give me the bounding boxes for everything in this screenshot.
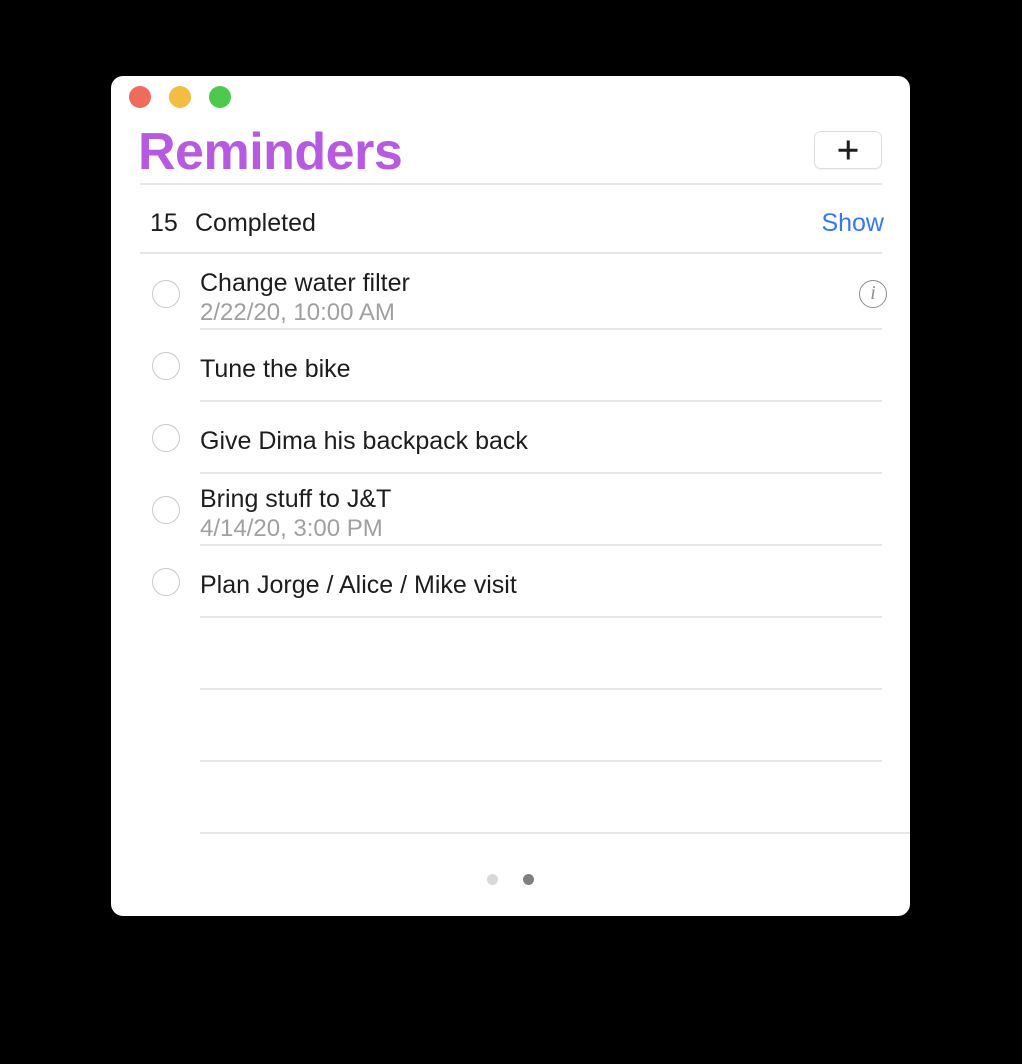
empty-list-row: [111, 762, 910, 834]
reminder-checkbox[interactable]: [152, 568, 180, 596]
reminder-row[interactable]: Change water filter 2/22/20, 10:00 AM i: [111, 258, 910, 330]
row-separator: [200, 832, 910, 834]
close-window-button[interactable]: [129, 86, 151, 108]
completed-divider: [140, 252, 882, 254]
completed-label: Completed: [195, 209, 316, 237]
reminder-date: 2/22/20, 10:00 AM: [200, 299, 395, 326]
reminder-list: Change water filter 2/22/20, 10:00 AM i Tun…: [111, 258, 910, 834]
add-reminder-button[interactable]: [814, 131, 882, 169]
reminder-checkbox[interactable]: [152, 352, 180, 380]
completed-count: 15: [150, 209, 178, 237]
reminder-checkbox[interactable]: [152, 280, 180, 308]
empty-list-row: [111, 618, 910, 690]
reminder-row[interactable]: Plan Jorge / Alice / Mike visit: [111, 546, 910, 618]
minimize-window-button[interactable]: [169, 86, 191, 108]
reminder-title: Give Dima his backpack back: [200, 427, 528, 455]
info-icon[interactable]: i: [859, 280, 887, 308]
show-completed-link[interactable]: Show: [821, 201, 884, 245]
page-dot-2[interactable]: [523, 874, 534, 885]
reminder-text-block: Bring stuff to J&T 4/14/20, 3:00 PM: [200, 484, 840, 544]
reminder-checkbox[interactable]: [152, 424, 180, 452]
reminder-text-block: Tune the bike: [200, 354, 840, 384]
reminder-title: Plan Jorge / Alice / Mike visit: [200, 571, 517, 599]
desktop-background: Reminders 15 Completed Show Change water…: [0, 0, 1022, 1064]
reminder-text-block: Plan Jorge / Alice / Mike visit: [200, 570, 840, 600]
reminders-window: Reminders 15 Completed Show Change water…: [111, 76, 910, 916]
empty-list-row: [111, 690, 910, 762]
page-title: Reminders: [138, 123, 403, 181]
reminder-row[interactable]: Bring stuff to J&T 4/14/20, 3:00 PM: [111, 474, 910, 546]
reminder-checkbox[interactable]: [152, 496, 180, 524]
header-divider: [140, 183, 882, 185]
plus-icon-stroke: [846, 140, 850, 160]
reminder-title: Tune the bike: [200, 355, 351, 383]
reminder-text-block: Change water filter 2/22/20, 10:00 AM: [200, 268, 840, 328]
window-header: Reminders: [111, 120, 910, 184]
reminder-title: Bring stuff to J&T: [200, 485, 392, 513]
reminder-row[interactable]: Tune the bike: [111, 330, 910, 402]
window-controls: [129, 86, 231, 108]
reminder-row[interactable]: Give Dima his backpack back: [111, 402, 910, 474]
pagination-dots: [111, 874, 910, 885]
reminder-title: Change water filter: [200, 269, 410, 297]
reminder-date: 4/14/20, 3:00 PM: [200, 515, 383, 542]
page-dot-1[interactable]: [487, 874, 498, 885]
reminder-text-block: Give Dima his backpack back: [200, 426, 840, 456]
maximize-window-button[interactable]: [209, 86, 231, 108]
completed-summary-row: 15 Completed Show: [111, 201, 910, 245]
